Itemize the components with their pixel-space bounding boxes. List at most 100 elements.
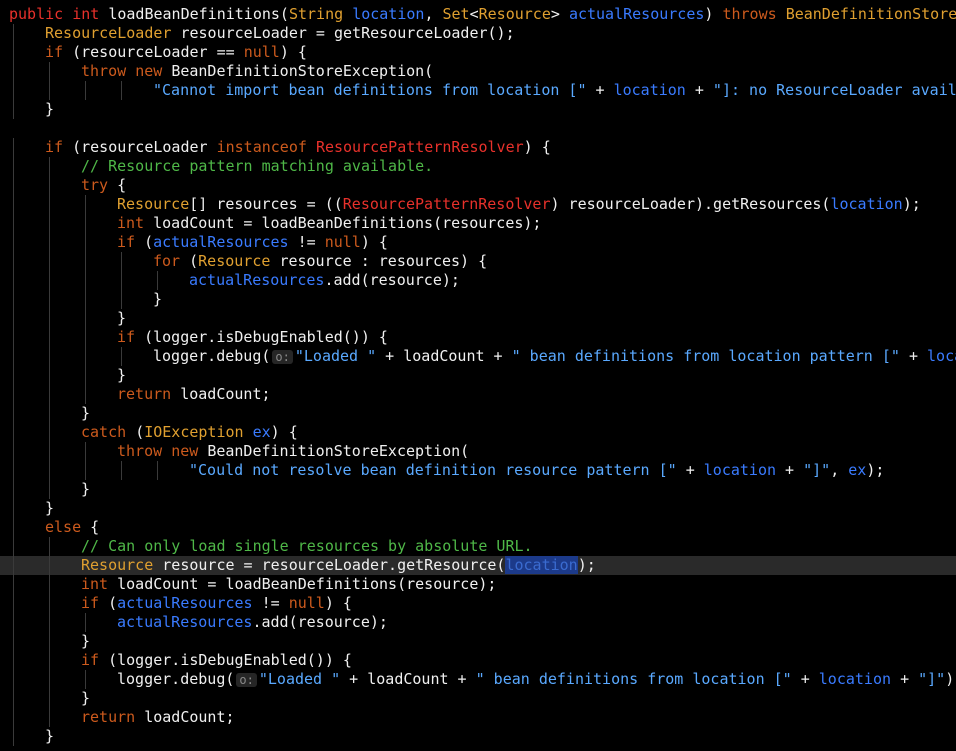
code-token: logger.debug( [153,347,271,365]
code-token: ); [902,195,921,213]
code-line[interactable]: // Resource pattern matching available. [0,157,956,176]
code-token: } [81,632,91,650]
code-line[interactable]: return loadCount; [0,385,956,404]
indent-guide [49,632,50,651]
indent-guide [13,613,14,632]
code-token: .add(resource); [252,613,388,631]
code-line[interactable]: } [0,689,956,708]
code-line[interactable]: } [0,290,956,309]
code-token: ) { [523,138,551,156]
code-token: " bean definitions from location [" [475,670,801,688]
indent-guide [49,290,50,309]
code-token: + [595,81,614,99]
code-token: ) { [279,43,307,61]
code-line[interactable]: if (actualResources != null) { [0,233,956,252]
code-token: IOException [144,423,253,441]
indent-guide [49,480,50,499]
indent-guide [13,157,14,176]
code-token: location [613,81,695,99]
code-line[interactable]: } [0,727,956,746]
code-token: ) { [360,233,388,251]
code-token: int [81,575,118,593]
code-token: BeanDefinitionStoreException { [785,5,956,23]
indent-guide [85,233,86,252]
indent-guide [13,632,14,651]
code-line[interactable]: if (actualResources != null) { [0,594,956,613]
code-token: "]" [918,670,946,688]
code-line[interactable]: for (Resource resource : resources) { [0,252,956,271]
code-line[interactable]: if (resourceLoader == null) { [0,43,956,62]
indent-guide [13,366,14,385]
indent-guide [49,157,50,176]
code-token: if [117,328,145,346]
code-line[interactable]: Resource[] resources = ((ResourcePattern… [0,195,956,214]
code-line[interactable]: ResourceLoader resourceLoader = getResou… [0,24,956,43]
indent-guide [13,62,14,81]
code-token: ); [945,670,956,688]
code-token: null [324,233,361,251]
code-line[interactable]: if (resourceLoader instanceof ResourcePa… [0,138,956,157]
code-line[interactable]: if (logger.isDebugEnabled()) { [0,651,956,670]
code-token: { [117,176,127,194]
code-line[interactable]: } [0,480,956,499]
indent-guide [49,233,50,252]
code-line[interactable]: // Can only load single resources by abs… [0,537,956,556]
indent-guide [13,708,14,727]
indent-guide [49,81,50,100]
code-line[interactable]: } [0,404,956,423]
current-code-line[interactable]: Resource resource = resourceLoader.getRe… [0,556,956,575]
code-line[interactable]: } [0,309,956,328]
code-token: if [117,233,145,251]
code-token: ); [577,556,596,574]
indent-guide [49,423,50,442]
code-token: actualResources [117,594,262,612]
code-line[interactable]: } [0,632,956,651]
indent-guide [85,195,86,214]
indent-guide [13,480,14,499]
code-line[interactable]: else { [0,518,956,537]
code-line[interactable]: "Cannot import bean definitions from loc… [0,81,956,100]
code-line[interactable]: int loadCount = loadBeanDefinitions(reso… [0,214,956,233]
code-token: new [171,442,208,460]
code-token: location [818,670,901,688]
code-token: loadCount = loadBeanDefinitions(resource… [153,214,542,232]
code-line[interactable]: } [0,100,956,119]
code-line[interactable]: catch (IOException ex) { [0,423,956,442]
indent-guide [49,347,50,366]
indent-guide [49,689,50,708]
code-line[interactable]: logger.debug(o: "Loaded " + loadCount + "… [0,670,956,689]
code-line[interactable]: actualResources.add(resource); [0,271,956,290]
code-token: if [81,594,109,612]
indent-guide [13,271,14,290]
code-token: int [72,5,109,23]
indent-guide [85,347,86,366]
code-line[interactable]: actualResources.add(resource); [0,613,956,632]
indent-guide [49,651,50,670]
indent-guide [13,290,14,309]
code-line[interactable]: int loadCount = loadBeanDefinitions(reso… [0,575,956,594]
code-token: , [830,461,849,479]
indent-guide [49,214,50,233]
code-token: for [153,252,190,270]
indent-guide [13,24,14,43]
code-line[interactable]: logger.debug(o: "Loaded " + loadCount + "… [0,347,956,366]
code-line[interactable]: "Could not resolve bean definition resou… [0,461,956,480]
code-line[interactable]: if (logger.isDebugEnabled()) { [0,328,956,347]
code-line[interactable]: try { [0,176,956,195]
indent-guide [121,81,122,100]
code-token: { [90,518,100,536]
code-line[interactable]: public int loadBeanDefinitions(String lo… [0,5,956,24]
indent-guide [13,499,14,518]
indent-guide [49,176,50,195]
code-token: // Resource pattern matching available. [81,157,434,175]
code-token: "Could not resolve bean definition resou… [189,461,686,479]
code-editor[interactable]: public int loadBeanDefinitions(String lo… [0,0,956,751]
code-token: > [550,5,569,23]
code-line[interactable]: throw new BeanDefinitionStoreException( [0,62,956,81]
code-line[interactable]: return loadCount; [0,708,956,727]
code-line[interactable]: } [0,366,956,385]
code-token: else [45,518,91,536]
code-line[interactable] [0,119,956,138]
code-line[interactable]: throw new BeanDefinitionStoreException( [0,442,956,461]
code-line[interactable]: } [0,499,956,518]
